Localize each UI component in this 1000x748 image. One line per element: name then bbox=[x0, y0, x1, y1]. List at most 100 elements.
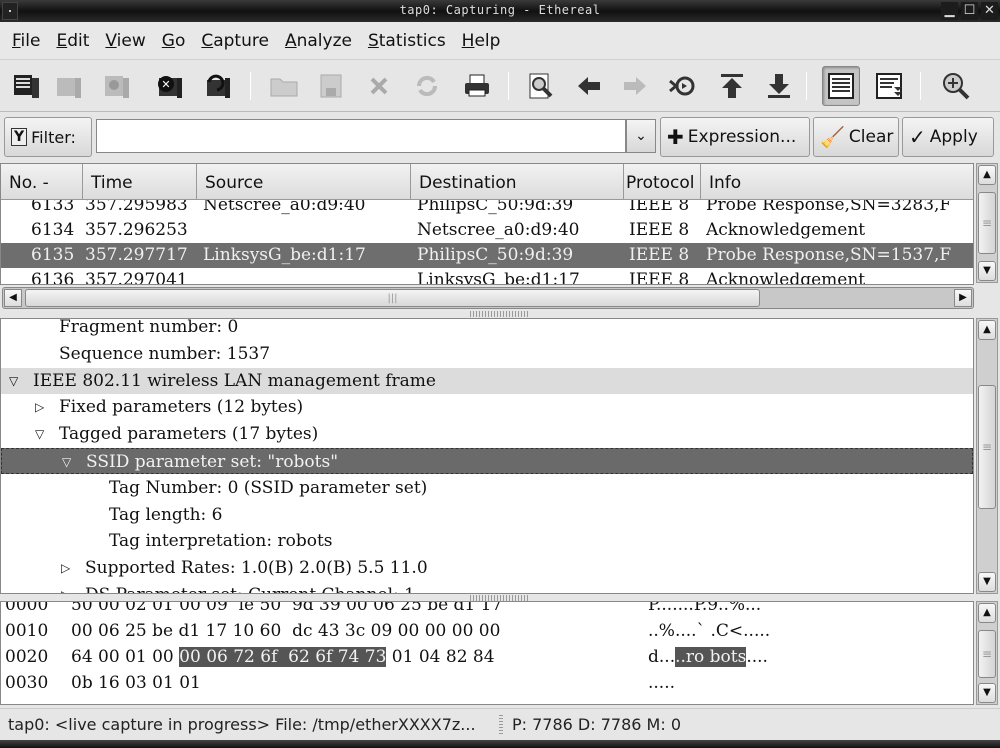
hex-ascii-selected[interactable]: ..ro bots bbox=[675, 647, 747, 667]
details-vscrollbar[interactable]: ▲ ▼ bbox=[976, 318, 998, 594]
print-button[interactable] bbox=[458, 66, 496, 106]
close-button[interactable]: ✕ bbox=[981, 2, 998, 20]
column-header-time[interactable]: Time bbox=[83, 164, 197, 200]
menu-help[interactable]: Help bbox=[462, 31, 501, 51]
expander-expanded-icon[interactable]: ▽ bbox=[62, 449, 71, 475]
hex-bytes[interactable]: 64 00 01 00 bbox=[71, 647, 179, 667]
filter-input[interactable] bbox=[96, 119, 626, 153]
packet-list-vscrollbar[interactable]: ▲ ▼ bbox=[976, 163, 998, 283]
go-to-packet-button[interactable] bbox=[663, 66, 701, 106]
hex-bytes[interactable]: 0b 16 03 01 01 bbox=[71, 673, 201, 693]
packet-list-hscrollbar[interactable]: ◀ ▶ bbox=[2, 287, 974, 309]
save-icon bbox=[320, 74, 342, 98]
column-header-source[interactable]: Source bbox=[197, 164, 411, 200]
scroll-down-button[interactable]: ▼ bbox=[978, 261, 996, 281]
go-back-button[interactable] bbox=[570, 66, 608, 106]
detail-tree-item[interactable]: Tag length: 6 bbox=[1, 502, 973, 528]
capture-start-button[interactable] bbox=[98, 66, 136, 106]
detail-tree-item[interactable]: ▽ Tagged parameters (17 bytes) bbox=[1, 421, 973, 447]
hex-bytes[interactable]: 00 06 25 be d1 17 10 60 dc 43 3c 09 00 0… bbox=[71, 621, 500, 641]
status-divider[interactable] bbox=[499, 715, 503, 735]
scroll-down-button[interactable]: ▼ bbox=[978, 572, 996, 592]
hex-bytes[interactable]: 01 04 82 84 bbox=[386, 647, 495, 667]
detail-tree-item[interactable]: ▷ DS Parameter set: Current Channel: 1 bbox=[1, 582, 973, 593]
go-first-button[interactable] bbox=[713, 66, 751, 106]
auto-scroll-button[interactable] bbox=[870, 66, 908, 106]
hex-bytes[interactable]: 50 00 02 01 00 09 le 50 9d 39 00 06 25 b… bbox=[71, 602, 502, 615]
hex-offset[interactable]: 0000 bbox=[5, 602, 48, 615]
hex-ascii[interactable]: ..... bbox=[648, 673, 675, 693]
open-file-button[interactable] bbox=[265, 66, 303, 106]
zoom-in-button[interactable] bbox=[937, 66, 975, 106]
detail-tree-item[interactable]: Tag interpretation: robots bbox=[1, 528, 973, 554]
packet-details-tree[interactable]: Fragment number: 0 Sequence number: 1537 ▽… bbox=[0, 318, 974, 594]
expander-expanded-icon[interactable]: ▽ bbox=[35, 421, 44, 447]
scroll-left-button[interactable]: ◀ bbox=[4, 289, 22, 307]
menu-analyze[interactable]: Analyze bbox=[285, 31, 352, 51]
menu-statistics[interactable]: Statistics bbox=[368, 31, 446, 51]
menu-file[interactable]: File bbox=[12, 31, 40, 51]
hex-ascii[interactable]: d... bbox=[648, 647, 675, 667]
menu-edit[interactable]: Edit bbox=[56, 31, 89, 51]
detail-tree-item[interactable]: Fragment number: 0 bbox=[1, 319, 973, 340]
detail-tree-item[interactable]: Sequence number: 1537 bbox=[1, 341, 973, 367]
close-file-button[interactable] bbox=[360, 66, 398, 106]
column-header-no[interactable]: No. - bbox=[1, 164, 83, 200]
scroll-down-button[interactable]: ▼ bbox=[978, 683, 996, 703]
go-last-button[interactable] bbox=[760, 66, 798, 106]
expression-button[interactable]: ✚ Expression... bbox=[660, 117, 810, 157]
scroll-right-button[interactable]: ▶ bbox=[954, 289, 972, 307]
colorize-button[interactable] bbox=[822, 66, 860, 106]
hex-offset[interactable]: 0010 bbox=[5, 621, 48, 641]
apply-button[interactable]: ✓ Apply bbox=[902, 117, 994, 157]
scroll-thumb[interactable] bbox=[978, 385, 996, 509]
packet-row[interactable]: 6134 357.296253 Netscree_a0:d9:40 IEEE 8 Ack… bbox=[1, 218, 973, 243]
packet-list[interactable]: 6133 357.295983 Netscree_a0:d9:40 PhilipsC_… bbox=[0, 163, 974, 285]
column-header-protocol[interactable]: Protocol bbox=[624, 164, 701, 200]
expander-collapsed-icon[interactable]: ▷ bbox=[35, 394, 44, 420]
menu-view[interactable]: View bbox=[105, 31, 145, 51]
expander-collapsed-icon[interactable]: ▷ bbox=[61, 582, 70, 593]
scroll-thumb[interactable] bbox=[978, 630, 996, 678]
hex-offset[interactable]: 0020 bbox=[5, 647, 48, 667]
reload-button[interactable] bbox=[408, 66, 446, 106]
menu-capture[interactable]: Capture bbox=[201, 31, 269, 51]
hscroll-thumb[interactable] bbox=[25, 289, 760, 307]
pane-splitter-1[interactable] bbox=[470, 311, 530, 317]
packet-row[interactable]: 6135 357.297717 LinksysG_be:d1:17 PhilipsC_… bbox=[1, 243, 973, 268]
minimize-button[interactable]: ▁ bbox=[941, 2, 958, 20]
maximize-button[interactable]: ☐ bbox=[961, 2, 978, 20]
capture-stop-button[interactable]: ✕ bbox=[150, 66, 188, 106]
go-forward-button[interactable] bbox=[616, 66, 654, 106]
hex-ascii[interactable]: P.......P.9..%... bbox=[648, 602, 761, 615]
detail-tree-item[interactable]: ▷ Fixed parameters (12 bytes) bbox=[1, 394, 973, 420]
expander-collapsed-icon[interactable]: ▷ bbox=[61, 555, 70, 581]
capture-interfaces-button[interactable] bbox=[8, 66, 46, 106]
find-packet-button[interactable] bbox=[522, 66, 560, 106]
hex-bytes-selected[interactable]: 00 06 72 6f 62 6f 74 73 bbox=[179, 647, 387, 667]
scroll-up-button[interactable]: ▲ bbox=[978, 165, 996, 185]
detail-tree-item[interactable]: ▽ IEEE 802.11 wireless LAN management fra… bbox=[1, 367, 973, 394]
save-as-button[interactable] bbox=[313, 66, 351, 106]
menu-go[interactable]: Go bbox=[162, 31, 186, 51]
capture-restart-button[interactable] bbox=[198, 66, 236, 106]
filter-button[interactable]: Y Filter: bbox=[4, 117, 92, 157]
packet-bytes-pane[interactable]: 0000 50 00 02 01 00 09 le 50 9d 39 00 06 … bbox=[0, 601, 974, 705]
hex-ascii[interactable]: .... bbox=[746, 647, 768, 667]
hex-offset[interactable]: 0030 bbox=[5, 673, 48, 693]
clear-button[interactable]: 🧹 Clear bbox=[813, 117, 899, 157]
scroll-thumb[interactable] bbox=[978, 192, 996, 254]
column-header-destination[interactable]: Destination bbox=[411, 164, 624, 200]
packet-row[interactable]: 6136 357.297041 LinksysG_be:d1:17 IEEE 8 Ack… bbox=[1, 268, 973, 284]
hex-vscrollbar[interactable]: ▲ ▼ bbox=[976, 601, 998, 705]
scroll-up-button[interactable]: ▲ bbox=[978, 320, 996, 340]
hex-ascii[interactable]: ..%....` .C<..... bbox=[648, 621, 770, 641]
detail-tree-item[interactable]: ▷ Supported Rates: 1.0(B) 2.0(B) 5.5 11.0 bbox=[1, 555, 973, 581]
filter-history-dropdown[interactable]: ⌄ bbox=[626, 119, 656, 153]
detail-tree-item[interactable]: ▽ SSID parameter set: "robots" bbox=[1, 448, 973, 474]
expander-expanded-icon[interactable]: ▽ bbox=[9, 368, 18, 394]
column-header-info[interactable]: Info bbox=[701, 164, 973, 200]
capture-options-button[interactable] bbox=[50, 66, 88, 106]
scroll-up-button[interactable]: ▲ bbox=[978, 603, 996, 623]
detail-tree-item[interactable]: Tag Number: 0 (SSID parameter set) bbox=[1, 475, 973, 501]
